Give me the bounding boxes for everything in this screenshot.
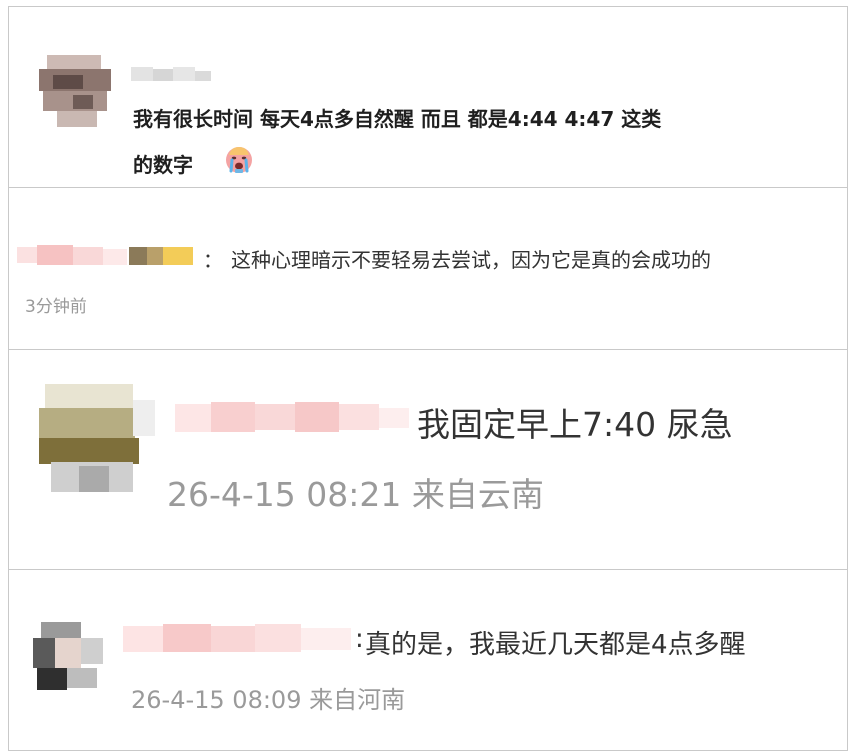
comment-text: 这种心理暗示不要轻易去尝试，因为它是真的会成功的: [231, 248, 711, 272]
comment-separator: :: [355, 624, 364, 654]
crying-face-icon: [226, 147, 252, 173]
comment-text: 我有很长时间 每天4点多自然醒 而且 都是4:44 4:47 这类: [133, 107, 662, 131]
comment-card: : 真的是，我最近几天都是4点多醒 26-4-15 08:09 来自河南: [8, 569, 848, 751]
comment-timestamp: 3分钟前: [25, 297, 87, 317]
comment-text-continued: 的数字: [133, 153, 193, 177]
reply-card: ： 这种心理暗示不要轻易去尝试，因为它是真的会成功的 3分钟前: [8, 187, 848, 350]
comment-separator: ：: [203, 248, 223, 272]
comment-text: 真的是，我最近几天都是4点多醒: [365, 630, 746, 660]
avatar[interactable]: [39, 382, 159, 500]
username-blurred[interactable]: [123, 620, 355, 656]
avatar[interactable]: [39, 51, 111, 133]
comment-meta: 26-4-15 08:09 来自河南: [131, 686, 406, 714]
comment-meta: 26-4-15 08:21 来自云南: [167, 475, 544, 514]
comment-card: 我有很长时间 每天4点多自然醒 而且 都是4:44 4:47 这类 的数字: [8, 6, 848, 188]
username-blurred[interactable]: [175, 398, 413, 436]
username-blurred[interactable]: [131, 63, 215, 85]
comment-text: 我固定早上7:40 尿急: [417, 405, 733, 444]
avatar[interactable]: [33, 620, 103, 692]
comment-card: 我固定早上7:40 尿急 26-4-15 08:21 来自云南: [8, 349, 848, 570]
username-blurred[interactable]: [17, 243, 195, 269]
